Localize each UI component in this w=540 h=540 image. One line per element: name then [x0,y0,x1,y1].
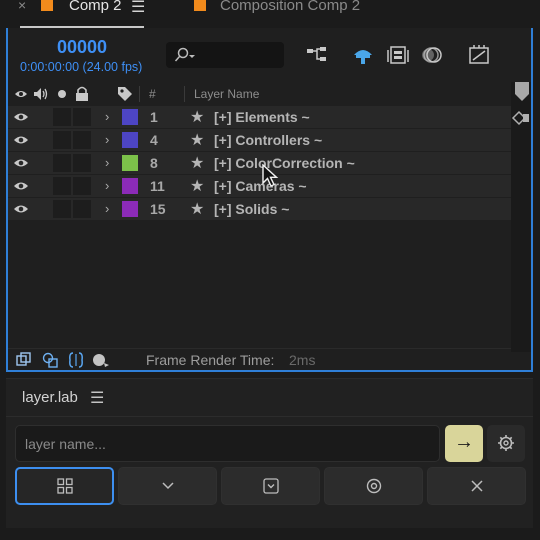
lock-cell[interactable] [73,108,91,126]
expand-arrow-icon[interactable]: › [105,201,109,216]
layer-row[interactable]: › 15 ★ [+] Solids ~ [8,198,511,220]
chevron-down-icon [161,482,174,490]
shape-layer-star-icon: ★ [190,178,205,195]
layer-number: 4 [150,132,158,148]
label-color-swatch[interactable] [122,178,138,194]
layer-number: 11 [150,178,165,194]
checkbox-chevron-icon [262,478,279,494]
draft-3d-icon[interactable] [92,352,110,368]
comp-color-swatch [194,0,206,11]
solo-cell[interactable] [53,200,71,218]
lock-cell[interactable] [73,177,91,195]
layer-number: 15 [150,201,166,217]
layer-name[interactable]: [+] Solids ~ [214,201,289,217]
audio-speaker-icon[interactable] [33,87,49,101]
label-tag-icon[interactable] [116,85,134,103]
motion-blur-icon[interactable] [420,43,446,67]
grid-icon [56,478,73,494]
label-color-swatch[interactable] [122,201,138,217]
transfer-controls-icon[interactable] [42,352,58,368]
expand-arrow-icon[interactable]: › [105,109,109,124]
collapse-button[interactable] [118,467,217,505]
close-icon [470,480,483,492]
shape-layer-star-icon: ★ [190,201,205,218]
layer-name[interactable]: [+] ColorCorrection ~ [214,155,355,171]
layer-row[interactable]: › 4 ★ [+] Controllers ~ [8,129,511,151]
clear-button[interactable] [427,467,526,505]
lock-icon[interactable] [75,86,89,102]
column-divider [184,86,185,102]
layer-name-input[interactable] [15,425,440,462]
label-color-swatch[interactable] [122,155,138,171]
lock-cell[interactable] [73,200,91,218]
expand-arrow-icon[interactable]: › [105,155,109,170]
visibility-eye-icon[interactable] [13,156,29,170]
panel-menu-icon[interactable]: ☰ [90,388,104,408]
timeline-scroll-area[interactable] [511,82,531,352]
comp-color-swatch [41,0,53,11]
search-icon [174,47,195,62]
current-time-marker-icon [515,82,529,101]
label-color-swatch[interactable] [122,132,138,148]
layerlab-panel: layer.lab ☰ → [6,378,533,528]
pin-icon[interactable] [511,110,531,126]
tab-comp-2[interactable]: Comp 2 [69,0,122,14]
lock-cell[interactable] [73,131,91,149]
gear-icon [498,435,514,451]
layer-search-field[interactable] [166,42,284,68]
lock-cell[interactable] [73,154,91,172]
divider [6,416,533,417]
tab-composition-comp-2[interactable]: Composition Comp 2 [220,0,360,14]
solo-cell[interactable] [53,131,71,149]
shy-layers-icon[interactable] [350,43,376,67]
current-timecode[interactable]: 00000 [57,37,107,58]
isolate-button[interactable] [324,467,423,505]
solo-dot-icon[interactable] [57,89,67,99]
settings-button[interactable] [487,425,525,462]
graph-editor-icon[interactable] [466,43,492,67]
select-all-button[interactable] [15,467,114,505]
panel-title: layer.lab [22,389,78,406]
timecode-fps: 0:00:00:00 (24.00 fps) [20,60,143,74]
layer-name-column-header[interactable]: Layer Name [194,87,259,101]
layer-column-header: # Layer Name [8,82,511,106]
layer-number-column-header[interactable]: # [149,87,156,101]
solo-cell[interactable] [53,177,71,195]
column-divider [139,86,140,102]
target-circle-icon [366,478,381,494]
shape-layer-star-icon: ★ [190,155,205,172]
visibility-eye-icon[interactable] [13,179,29,193]
shape-layer-star-icon: ★ [190,109,205,126]
layer-name[interactable]: [+] Elements ~ [214,109,310,125]
layer-name[interactable]: [+] Controllers ~ [214,132,322,148]
solo-cell[interactable] [53,108,71,126]
shape-layer-star-icon: ★ [190,132,205,149]
expand-arrow-icon[interactable]: › [105,178,109,193]
tab-strip: × Comp 2 ☰ Composition Comp 2 [0,0,540,28]
frame-render-time-label: Frame Render Time: [146,352,275,368]
frame-render-time-value: 2ms [289,352,316,368]
solo-cell[interactable] [53,154,71,172]
layer-row[interactable]: › 1 ★ [+] Elements ~ [8,106,511,128]
layer-row[interactable]: › 8 ★ [+] ColorCorrection ~ [8,152,511,174]
visibility-eye-icon[interactable] [13,202,29,216]
tab-menu-icon[interactable]: ☰ [131,0,145,17]
mouse-pointer-icon [262,164,279,187]
in-out-brackets-icon[interactable] [68,352,84,368]
video-eye-icon[interactable] [14,88,28,100]
visibility-eye-icon[interactable] [13,133,29,147]
close-tab-icon[interactable]: × [18,0,26,13]
layer-row[interactable]: › 11 ★ [+] Cameras ~ [8,175,511,197]
layer-number: 8 [150,155,158,171]
select-checkbox-button[interactable] [221,467,320,505]
frame-blending-icon[interactable] [385,43,411,67]
flowchart-icon[interactable] [304,43,330,67]
go-arrow-button[interactable]: → [445,425,483,462]
layer-number: 1 [150,109,158,125]
comp-flowchart-icon[interactable] [16,352,32,368]
visibility-eye-icon[interactable] [13,110,29,124]
label-color-swatch[interactable] [122,109,138,125]
expand-arrow-icon[interactable]: › [105,132,109,147]
timeline-status-bar: Frame Render Time: 2ms [8,348,511,370]
